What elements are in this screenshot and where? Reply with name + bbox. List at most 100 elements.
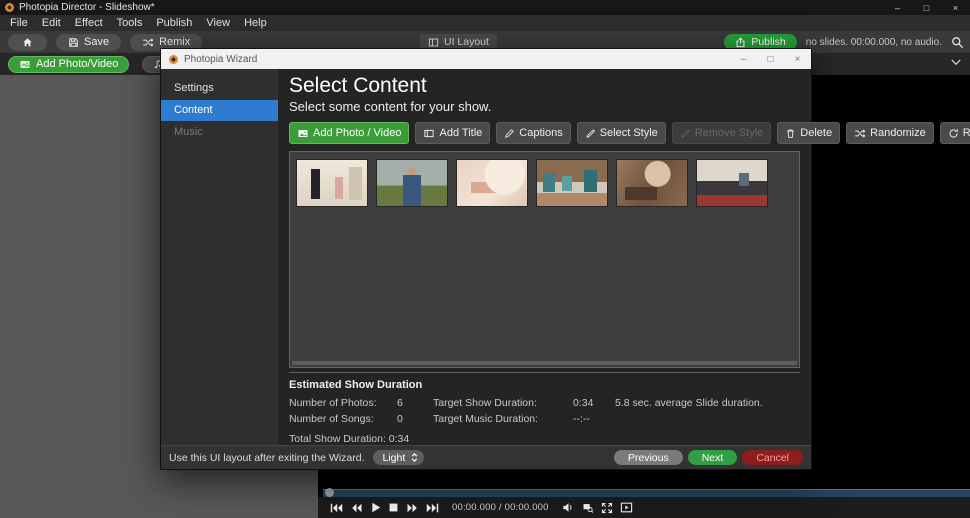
cancel-button[interactable]: Cancel [742, 450, 803, 465]
shuffle-icon [854, 128, 866, 139]
timeline-handle[interactable] [325, 488, 334, 497]
thumbnail-1[interactable] [297, 160, 367, 206]
volume-icon[interactable] [562, 502, 575, 513]
fullscreen-icon[interactable] [601, 502, 613, 514]
titlebar: Photopia Director - Slideshow* – □ × [0, 0, 970, 15]
ui-layout-select-value: Light [383, 452, 406, 464]
playback-controls: 00:00.000 / 00:00.000 [318, 497, 970, 518]
collapse-chevron-icon[interactable] [950, 58, 962, 67]
add-photo-video-label: Add Photo/Video [36, 58, 118, 70]
title-slide-icon [423, 128, 435, 139]
summary-label: Number of Songs: [289, 413, 397, 425]
content-list [289, 151, 800, 368]
horizontal-scrollbar[interactable] [292, 361, 797, 365]
wizard-window-controls: – □ × [730, 49, 811, 69]
search-icon[interactable] [951, 36, 964, 49]
picture-icon [297, 128, 309, 139]
wizard-minimize-button[interactable]: – [730, 49, 757, 69]
maximize-button[interactable]: □ [912, 0, 941, 15]
menu-effect[interactable]: Effect [68, 17, 110, 29]
home-button[interactable] [8, 34, 47, 51]
thumbnail-6[interactable] [697, 160, 767, 206]
minimize-button[interactable]: – [883, 0, 912, 15]
fast-forward-button[interactable] [406, 503, 419, 513]
summary-total: Total Show Duration: 0:34 [289, 433, 800, 445]
rewind-button[interactable] [350, 503, 363, 513]
button-label: Delete [800, 127, 832, 139]
add-photo-video-wizard-button[interactable]: Add Photo / Video [289, 122, 409, 144]
save-icon [68, 37, 79, 48]
window-title: Photopia Director - Slideshow* [19, 2, 155, 13]
save-label: Save [84, 36, 109, 48]
summary-label: Target Show Duration: [433, 397, 573, 409]
time-display: 00:00.000 / 00:00.000 [452, 502, 549, 513]
next-button[interactable]: Next [688, 450, 738, 465]
thumbnail-4[interactable] [537, 160, 607, 206]
button-label: Captions [519, 127, 562, 139]
home-icon [22, 37, 33, 48]
trash-icon [785, 128, 796, 139]
brush-off-icon [680, 128, 691, 139]
ui-layout-select[interactable]: Light [373, 450, 425, 465]
close-button[interactable]: × [941, 0, 970, 15]
wizard-footer: Use this UI layout after exiting the Wiz… [161, 445, 811, 469]
menu-file[interactable]: File [3, 17, 35, 29]
remove-style-button[interactable]: Remove Style [672, 122, 771, 144]
skip-start-button[interactable] [330, 503, 343, 513]
spinner-icon [410, 452, 419, 463]
timeline-slider[interactable] [323, 489, 970, 497]
button-label: Randomize [870, 127, 926, 139]
skip-end-button[interactable] [426, 503, 439, 513]
thumbnail-3[interactable] [457, 160, 527, 206]
sidebar-item-settings[interactable]: Settings [161, 78, 278, 99]
summary-note [615, 413, 800, 425]
menu-help[interactable]: Help [237, 17, 274, 29]
window-controls: – □ × [883, 0, 970, 15]
footer-note: Use this UI layout after exiting the Wiz… [169, 452, 365, 464]
stop-button[interactable] [388, 502, 399, 513]
wizard-maximize-button[interactable]: □ [757, 49, 784, 69]
show-duration-summary: Estimated Show Duration Number of Photos… [289, 372, 800, 445]
menu-publish[interactable]: Publish [149, 17, 199, 29]
summary-value: --:-- [573, 413, 615, 425]
wizard-sidebar: Settings Content Music [161, 69, 278, 445]
page-title: Select Content [289, 74, 800, 98]
select-style-button[interactable]: Select Style [577, 122, 666, 144]
share-icon [735, 37, 746, 48]
remix-label: Remix [159, 36, 190, 48]
add-title-button[interactable]: Add Title [415, 122, 490, 144]
sidebar-item-content[interactable]: Content [161, 100, 278, 121]
rotate-button[interactable]: Rotate [940, 122, 970, 144]
save-button[interactable]: Save [56, 34, 121, 51]
play-button[interactable] [370, 502, 381, 513]
menu-view[interactable]: View [199, 17, 237, 29]
add-photo-video-button[interactable]: Add Photo/Video [8, 56, 129, 73]
button-label: Add Title [439, 127, 482, 139]
snapshot-icon[interactable] [582, 502, 594, 513]
delete-button[interactable]: Delete [777, 122, 840, 144]
summary-value: 0 [397, 413, 433, 425]
shuffle-icon [142, 37, 154, 48]
menu-edit[interactable]: Edit [35, 17, 68, 29]
ui-layout-label: UI Layout [444, 36, 489, 48]
button-label: Rotate [963, 127, 970, 139]
previous-button[interactable]: Previous [614, 450, 683, 465]
summary-note: 5.8 sec. average Slide duration. [615, 397, 800, 409]
thumbnail-5[interactable] [617, 160, 687, 206]
summary-value: 0:34 [573, 397, 615, 409]
randomize-button[interactable]: Randomize [846, 122, 934, 144]
sidebar-item-music[interactable]: Music [161, 122, 278, 143]
thumbnail-2[interactable] [377, 160, 447, 206]
app-window: Photopia Director - Slideshow* – □ × Fil… [0, 0, 970, 518]
menu-tools[interactable]: Tools [110, 17, 150, 29]
summary-label: Target Music Duration: [433, 413, 573, 425]
play-in-window-icon[interactable] [620, 502, 633, 513]
captions-button[interactable]: Captions [496, 122, 570, 144]
rotate-icon [948, 128, 959, 139]
wizard-app-icon [169, 55, 178, 64]
wizard-close-button[interactable]: × [784, 49, 811, 69]
pencil-icon [504, 128, 515, 139]
app-icon [5, 3, 14, 12]
layout-icon [428, 37, 439, 48]
wizard-dialog: Photopia Wizard – □ × Settings Content M… [160, 48, 812, 470]
